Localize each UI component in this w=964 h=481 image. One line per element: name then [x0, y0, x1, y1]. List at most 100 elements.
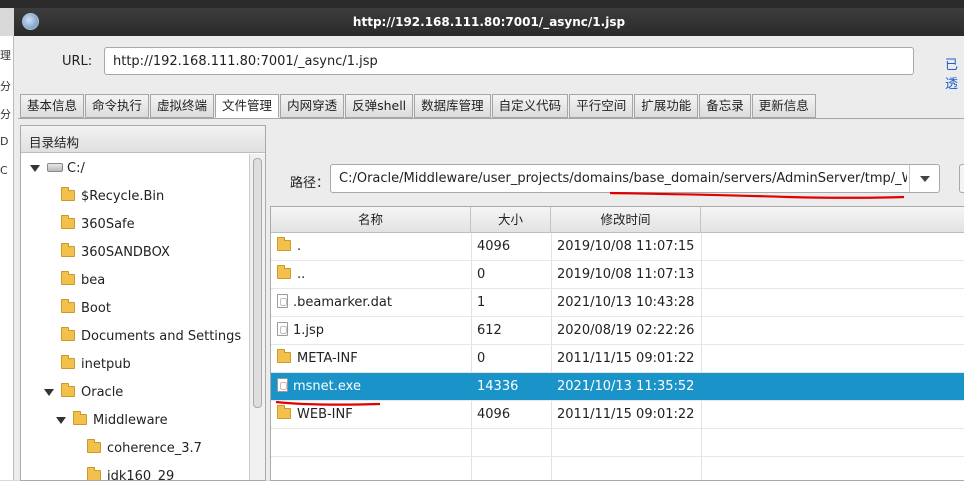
file-size: 612: [477, 323, 502, 338]
path-combobox[interactable]: C:/Oracle/Middleware/user_projects/domai…: [330, 164, 940, 193]
background-window-text: 理: [0, 49, 11, 62]
expand-toggle-icon[interactable]: [44, 389, 54, 396]
tree-node[interactable]: 360SANDBOX: [61, 242, 170, 264]
directory-tree-panel: 目录结构 C:/ $Recycle.Bin 360Safe 360SANDBOX bea…: [20, 125, 266, 481]
tree-node[interactable]: Middleware: [56, 410, 168, 432]
tab-0[interactable]: 基本信息: [20, 94, 85, 118]
file-size: 0: [477, 351, 486, 366]
file-modified-time: 2011/11/15 09:01:22: [557, 407, 695, 422]
tree-scrollbar-thumb[interactable]: [253, 158, 262, 408]
file-name-cell: .: [277, 233, 467, 261]
tab-5[interactable]: 反弹shell: [345, 94, 414, 118]
folder-icon: [61, 215, 75, 229]
file-size: 4096: [477, 239, 511, 254]
file-name-cell: .beamarker.dat: [277, 289, 467, 317]
file-icon: [277, 322, 288, 336]
file-name: msnet.exe: [293, 379, 361, 394]
chevron-down-icon: [920, 176, 930, 182]
folder-icon: [277, 265, 291, 279]
column-header-size[interactable]: 大小: [471, 207, 551, 233]
file-name-cell: msnet.exe: [277, 373, 467, 401]
background-window-text: C: [0, 164, 8, 177]
folder-icon: [61, 327, 75, 341]
tree-node-label: inetpub: [81, 357, 131, 372]
file-name: META-INF: [297, 351, 358, 366]
window-titlebar[interactable]: http://192.168.111.80:7001/_async/1.jsp: [14, 8, 964, 36]
expand-toggle-icon[interactable]: [30, 165, 40, 172]
file-row[interactable]: 1.jsp 612 2020/08/19 02:22:26: [271, 317, 964, 345]
tab-3[interactable]: 文件管理: [215, 94, 280, 118]
file-modified-time: 2019/10/08 11:07:15: [557, 239, 695, 254]
tree-node-label: jdk160_29: [107, 469, 175, 481]
tree-node[interactable]: inetpub: [61, 354, 131, 376]
tab-10[interactable]: 备忘录: [699, 94, 751, 118]
tree-node-label: coherence_3.7: [107, 441, 202, 456]
tab-8[interactable]: 平行空间: [569, 94, 634, 118]
tab-6[interactable]: 数据库管理: [414, 94, 491, 118]
column-header-modified[interactable]: 修改时间: [551, 207, 701, 233]
tree-node[interactable]: Boot: [61, 298, 111, 320]
file-list-table: 名称 大小 修改时间 . 4096 2019/10/08 11:07:15.. 0 20…: [270, 206, 964, 481]
file-row[interactable]: .. 0 2019/10/08 11:07:13: [271, 261, 964, 289]
tree-node-label: Documents and Settings: [81, 329, 242, 344]
file-name-cell: META-INF: [277, 345, 467, 373]
directory-tree: C:/ $Recycle.Bin 360Safe 360SANDBOX bea Boot D…: [21, 154, 251, 481]
path-dropdown-button[interactable]: [909, 165, 939, 192]
folder-icon: [277, 237, 291, 251]
folder-icon: [61, 271, 75, 285]
file-size: 1: [477, 295, 486, 310]
tab-2[interactable]: 虚拟终端: [150, 94, 215, 118]
tree-node[interactable]: bea: [61, 270, 105, 292]
file-name: .beamarker.dat: [293, 295, 392, 310]
tree-node-label: Boot: [81, 301, 111, 316]
file-name-cell: 1.jsp: [277, 317, 467, 345]
tree-node[interactable]: jdk160_29: [87, 466, 175, 481]
background-window-edge: 理分分DC: [0, 36, 14, 480]
background-window-text: 分: [0, 108, 11, 121]
tree-node[interactable]: coherence_3.7: [87, 438, 202, 460]
tab-1[interactable]: 命令执行: [85, 94, 150, 118]
tree-node[interactable]: C:/: [30, 158, 85, 180]
tree-node[interactable]: Oracle: [44, 382, 123, 404]
tree-node[interactable]: Documents and Settings: [61, 326, 241, 348]
file-table-header: 名称 大小 修改时间: [271, 207, 964, 233]
file-row[interactable]: msnet.exe 14336 2021/10/13 11:35:52: [271, 373, 964, 401]
url-label: URL:: [62, 54, 93, 69]
file-row[interactable]: . 4096 2019/10/08 11:07:15: [271, 233, 964, 261]
tree-scrollbar[interactable]: [249, 154, 265, 480]
file-row[interactable]: META-INF 0 2011/11/15 09:01:22: [271, 345, 964, 373]
tree-node[interactable]: $Recycle.Bin: [61, 186, 164, 208]
url-input[interactable]: [104, 47, 914, 75]
file-row[interactable]: WEB-INF 4096 2011/11/15 09:01:22: [271, 401, 964, 429]
file-modified-time: 2019/10/08 11:07:13: [557, 267, 695, 282]
tree-node[interactable]: 360Safe: [61, 214, 135, 236]
tree-node-label: 360Safe: [81, 217, 135, 232]
tree-node-label: $Recycle.Bin: [81, 189, 165, 204]
folder-icon: [73, 411, 87, 425]
tab-11[interactable]: 更新信息: [751, 94, 816, 118]
folder-icon: [61, 355, 75, 369]
tab-4[interactable]: 内网穿透: [280, 94, 345, 118]
tab-9[interactable]: 扩展功能: [634, 94, 699, 118]
file-modified-time: 2011/11/15 09:01:22: [557, 351, 695, 366]
file-name: ..: [297, 267, 306, 282]
tab-bar: 基本信息 命令执行 虚拟终端 文件管理 内网穿透 反弹shell 数据库管理 自定义代码 平行空…: [20, 94, 817, 118]
file-icon: [277, 294, 288, 308]
file-size: 14336: [477, 379, 519, 394]
background-window-text: 分: [0, 80, 11, 93]
status-link[interactable]: 已透: [945, 54, 964, 92]
file-name-cell: ..: [277, 261, 467, 289]
file-manager-content: 目录结构 C:/ $Recycle.Bin 360Safe 360SANDBOX bea…: [18, 118, 964, 481]
go-button[interactable]: [959, 164, 964, 193]
empty-row: [271, 429, 964, 457]
file-name-cell: WEB-INF: [277, 401, 467, 429]
drive-icon: [47, 163, 63, 172]
file-icon: [277, 378, 288, 392]
top-edge-strip: [0, 0, 964, 8]
column-header-name[interactable]: 名称: [271, 207, 471, 233]
expand-toggle-icon[interactable]: [56, 417, 66, 424]
folder-icon: [61, 187, 75, 201]
file-row[interactable]: .beamarker.dat 1 2021/10/13 10:43:28: [271, 289, 964, 317]
tree-node-label: 360SANDBOX: [81, 245, 170, 260]
tab-7[interactable]: 自定义代码: [491, 94, 569, 118]
